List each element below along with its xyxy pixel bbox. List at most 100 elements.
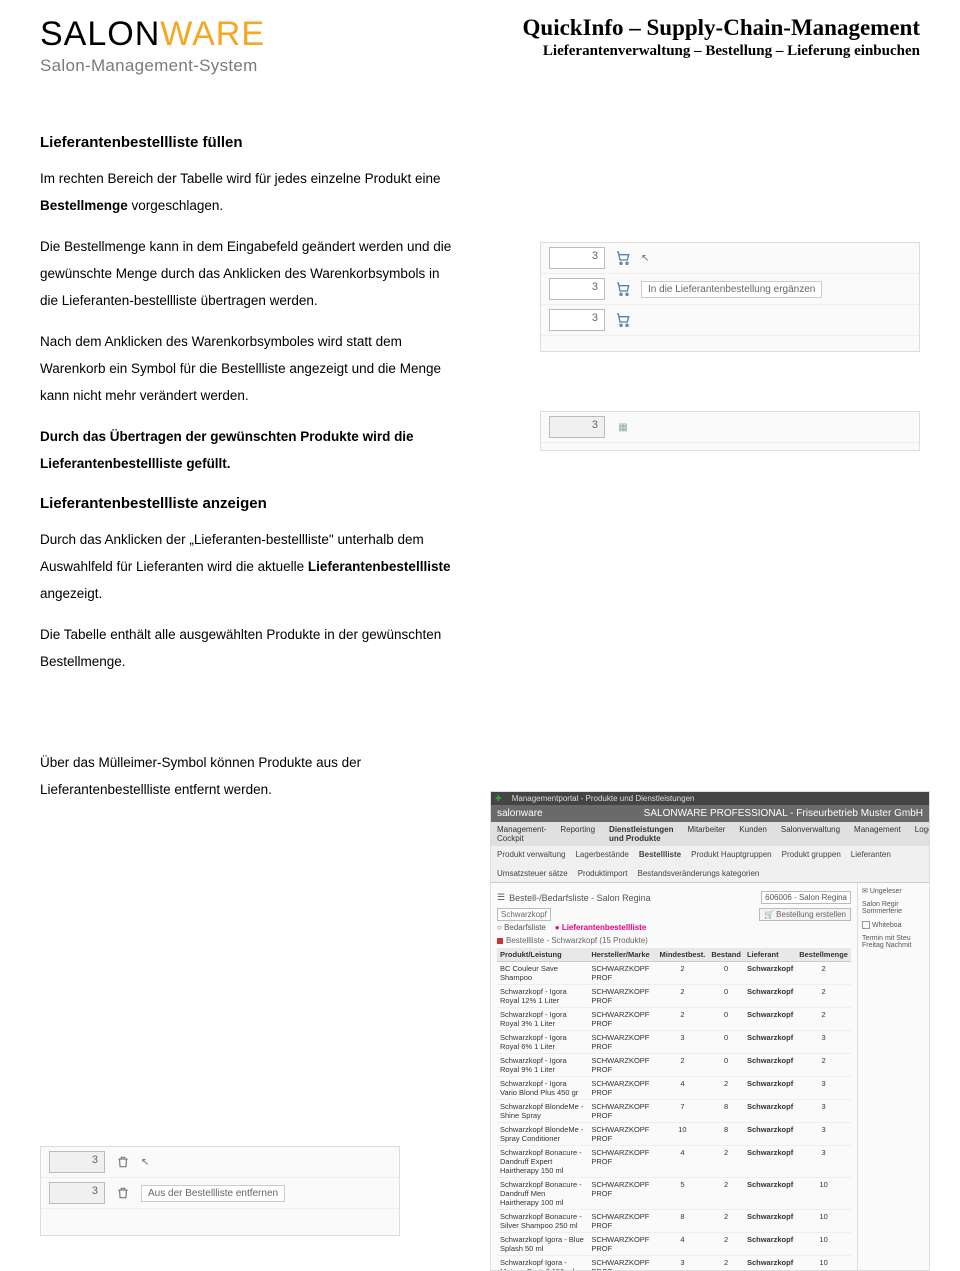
listed-icon: ▦	[613, 417, 633, 437]
menu-item[interactable]: Logout	[915, 825, 930, 843]
p1a: Im rechten Bereich der Tabelle wird für …	[40, 171, 440, 186]
col-minstock[interactable]: Mindestbest.	[657, 948, 709, 962]
cart-icon[interactable]	[613, 248, 633, 268]
table-row[interactable]: Schwarzkopf - Igora Vario Blond Plus 450…	[497, 1077, 851, 1100]
btn-label: Bestellung erstellen	[776, 910, 846, 919]
cell-product: Schwarzkopf - Igora Royal 12% 1 Liter	[497, 985, 588, 1008]
list-header-text: Bestellliste - Schwarzkopf (15 Produkte)	[506, 936, 648, 945]
toolbar-item[interactable]: Produkt Hauptgruppen	[691, 850, 772, 859]
cell-minstock: 2	[657, 962, 709, 985]
cell-minstock: 4	[657, 1077, 709, 1100]
cell-stock: 0	[708, 1031, 744, 1054]
menu-item[interactable]: Kunden	[739, 825, 767, 843]
col-product[interactable]: Produkt/Leistung	[497, 948, 588, 962]
brand-right: SALONWARE PROFESSIONAL - Friseurbetrieb …	[644, 808, 923, 819]
list-icon: ☰	[497, 892, 505, 903]
col-supplier[interactable]: Lieferant	[744, 948, 796, 962]
side-unread[interactable]: ✉ Ungeleser	[862, 887, 925, 895]
paragraph-7: Über das Mülleimer-Symbol können Produkt…	[40, 749, 460, 803]
toolbar-item[interactable]: Produkt verwaltung	[497, 850, 565, 859]
table-row[interactable]: Schwarzkopf Bonacure - Dandruff Expert H…	[497, 1146, 851, 1178]
screenshot-remove: 3 ↖ 3 Aus der Bestellliste entfernen	[40, 1146, 400, 1236]
toolbar-item[interactable]: Lagerbestände	[575, 850, 628, 859]
section-heading-1: Lieferantenbestellliste füllen	[40, 134, 920, 151]
cursor-icon: ↖	[641, 253, 649, 264]
main-menu: Management-Cockpit Reporting Dienstleist…	[491, 822, 929, 846]
table-head: Produkt/Leistung Hersteller/Marke Mindes…	[497, 948, 851, 962]
cart-icon[interactable]	[613, 310, 633, 330]
cell-stock: 2	[708, 1146, 744, 1178]
trash-icon[interactable]	[113, 1152, 133, 1172]
cell-supplier: Schwarzkopf	[744, 985, 796, 1008]
order-table: Produkt/Leistung Hersteller/Marke Mindes…	[497, 948, 851, 1271]
table-row[interactable]: Schwarzkopf BlondeMe - Spray Conditioner…	[497, 1123, 851, 1146]
cell-supplier: Schwarzkopf	[744, 1146, 796, 1178]
toolbar-item[interactable]: Lieferanten	[851, 850, 891, 859]
qty-input[interactable]: 3	[549, 278, 605, 300]
paragraph-2: Die Bestellmenge kann in dem Eingabefeld…	[40, 233, 460, 314]
panel-title-row: ☰ Bestell-/Bedarfsliste - Salon Regina 6…	[497, 891, 851, 904]
cell-stock: 8	[708, 1123, 744, 1146]
cell-qty: 2	[796, 1008, 851, 1031]
cell-product: Schwarzkopf BlondeMe - Shine Spray	[497, 1100, 588, 1123]
add-icon: ✚	[495, 794, 502, 803]
toolbar-item[interactable]: Produktimport	[578, 869, 628, 878]
app-sidebar: ✉ Ungeleser Salon Regir Sommerferie Whit…	[857, 883, 929, 1271]
side-salon: Salon Regir Sommerferie	[862, 901, 925, 915]
cart-icon[interactable]	[613, 279, 633, 299]
table-row[interactable]: Schwarzkopf - Igora Royal 12% 1 LiterSCH…	[497, 985, 851, 1008]
table-row[interactable]: Schwarzkopf - Igora Royal 6% 1 LiterSCHW…	[497, 1031, 851, 1054]
col-stock[interactable]: Bestand	[708, 948, 744, 962]
row: 3 ↖	[541, 243, 919, 274]
table-row[interactable]: Schwarzkopf Bonacure - Dandruff Men Hair…	[497, 1178, 851, 1210]
toolbar-item[interactable]: Bestandsveränderungs kategorien	[638, 869, 760, 878]
toolbar-item[interactable]: Umsatzsteuer sätze	[497, 869, 568, 878]
table-row[interactable]: Schwarzkopf Igora - Blue Splash 50 mlSCH…	[497, 1233, 851, 1256]
cell-supplier: Schwarzkopf	[744, 1077, 796, 1100]
radio-label: Lieferantenbestellliste	[562, 923, 646, 932]
cell-qty: 10	[796, 1178, 851, 1210]
cell-maker: SCHWARZKOPF PROF	[588, 1256, 656, 1271]
table-row[interactable]: Schwarzkopf Bonacure - Silver Shampoo 25…	[497, 1210, 851, 1233]
table-row[interactable]: Schwarzkopf Igora - Matone Pastell 150 m…	[497, 1256, 851, 1271]
menu-item[interactable]: Management-Cockpit	[497, 825, 546, 843]
side-whiteboard[interactable]: Whiteboa	[862, 921, 925, 929]
create-order-button[interactable]: 🛒 Bestellung erstellen	[759, 908, 851, 921]
list-type-radios: ○ Bedarfsliste ● Lieferantenbestellliste	[497, 923, 851, 932]
table-row[interactable]: BC Couleur Save ShampooSCHWARZKOPF PROF2…	[497, 962, 851, 985]
toolbar-item[interactable]: Produkt gruppen	[782, 850, 841, 859]
cell-maker: SCHWARZKOPF PROF	[588, 1123, 656, 1146]
window-titlebar: ✚ Managementportal - Produkte und Dienst…	[491, 792, 929, 805]
row: 3 ▦	[541, 412, 919, 443]
table-row[interactable]: Schwarzkopf - Igora Royal 3% 1 LiterSCHW…	[497, 1008, 851, 1031]
p4a: Durch das Übertragen der gewünschten Pro…	[40, 429, 414, 444]
menu-item[interactable]: Reporting	[560, 825, 595, 843]
red-square-icon	[497, 938, 503, 944]
qty-input[interactable]: 3	[549, 309, 605, 331]
salon-select[interactable]: 606006 - Salon Regina	[761, 891, 851, 904]
table-row[interactable]: Schwarzkopf - Igora Royal 9% 1 LiterSCHW…	[497, 1054, 851, 1077]
radio-lieferanten[interactable]: ● Lieferantenbestellliste	[555, 923, 647, 932]
qty-input[interactable]: 3	[549, 247, 605, 269]
logo-subtitle: Salon-Management-System	[40, 56, 380, 76]
trash-icon[interactable]	[113, 1183, 133, 1203]
col-maker[interactable]: Hersteller/Marke	[588, 948, 656, 962]
supplier-select[interactable]: Schwarzkopf	[497, 908, 551, 921]
cell-product: Schwarzkopf - Igora Royal 9% 1 Liter	[497, 1054, 588, 1077]
supplier-row: Schwarzkopf 🛒 Bestellung erstellen	[497, 908, 851, 921]
cell-stock: 2	[708, 1077, 744, 1100]
side-text: Freitag Nachmit	[862, 942, 925, 949]
table-row[interactable]: Schwarzkopf BlondeMe - Shine SpraySCHWAR…	[497, 1100, 851, 1123]
cell-qty: 2	[796, 985, 851, 1008]
toolbar-item[interactable]: Bestellliste	[639, 850, 681, 859]
qty-input-readonly: 3	[49, 1182, 105, 1204]
col-qty[interactable]: Bestellmenge	[796, 948, 851, 962]
radio-bedarf[interactable]: ○ Bedarfsliste	[497, 923, 546, 932]
p4b: Lieferantenbestellliste	[40, 456, 183, 471]
menu-item[interactable]: Dienstleistungen und Produkte	[609, 825, 673, 843]
menu-item[interactable]: Mitarbeiter	[688, 825, 726, 843]
app-body: ☰ Bestell-/Bedarfsliste - Salon Regina 6…	[491, 883, 929, 1271]
menu-item[interactable]: Salonverwaltung	[781, 825, 840, 843]
cell-product: Schwarzkopf Bonacure - Dandruff Men Hair…	[497, 1178, 588, 1210]
menu-item[interactable]: Management	[854, 825, 901, 843]
